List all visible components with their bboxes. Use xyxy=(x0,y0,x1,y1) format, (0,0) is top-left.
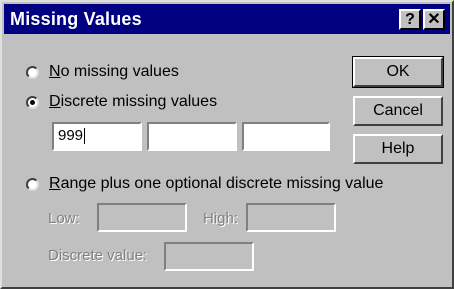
no-missing-values-radio[interactable] xyxy=(26,65,39,79)
range-label: Range plus one optional discrete missing… xyxy=(49,175,384,192)
discrete-missing-values-label: Discrete missing values xyxy=(49,93,218,110)
discrete-value-1-field[interactable]: 999 xyxy=(52,122,142,151)
discrete-value-3-field[interactable] xyxy=(242,122,330,151)
no-missing-values-label: No missing values xyxy=(49,63,179,80)
dialog-body: No missing values Discrete missing value… xyxy=(4,34,450,285)
range-option[interactable]: Range plus one optional discrete missing… xyxy=(26,173,383,195)
cancel-button[interactable]: Cancel xyxy=(353,96,443,126)
discrete-value-field[interactable] xyxy=(164,242,254,271)
discrete-value-label: Discrete value: xyxy=(48,247,148,264)
close-button[interactable]: ✕ xyxy=(423,9,445,30)
title-bar[interactable]: Missing Values ? ✕ xyxy=(4,4,450,34)
text-cursor xyxy=(84,128,86,145)
discrete-missing-values-option[interactable]: Discrete missing values xyxy=(26,91,217,113)
question-mark-icon: ? xyxy=(405,11,415,28)
range-radio[interactable] xyxy=(26,177,39,191)
low-label: Low: xyxy=(48,210,80,227)
close-icon: ✕ xyxy=(427,11,441,28)
help-button[interactable]: Help xyxy=(353,134,443,164)
missing-values-dialog: Missing Values ? ✕ No missing values Dis… xyxy=(0,0,454,289)
low-field[interactable] xyxy=(97,203,187,232)
high-label: High: xyxy=(203,210,239,227)
discrete-missing-values-radio[interactable] xyxy=(26,95,39,109)
high-field[interactable] xyxy=(246,203,336,232)
dialog-title: Missing Values xyxy=(10,9,142,29)
ok-button[interactable]: OK xyxy=(352,56,444,88)
discrete-value-2-field[interactable] xyxy=(147,122,237,151)
no-missing-values-option[interactable]: No missing values xyxy=(26,61,179,83)
help-title-button[interactable]: ? xyxy=(399,9,421,30)
